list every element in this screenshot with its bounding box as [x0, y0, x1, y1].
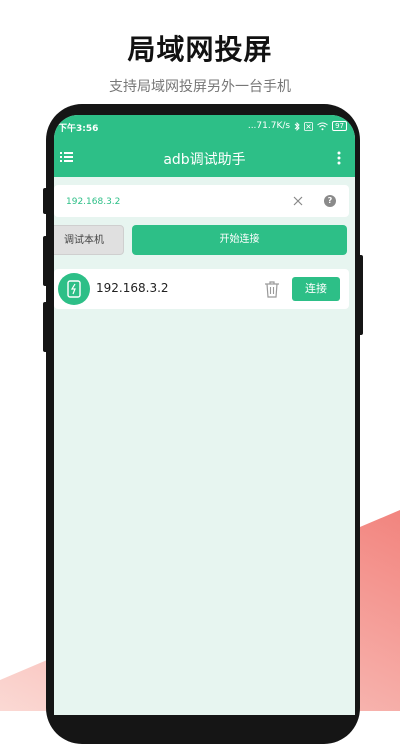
network-speed: ...71.7K/s [247, 121, 291, 131]
promo-headline: 局域网投屏 [127, 33, 273, 66]
connect-button[interactable]: 连接 [292, 277, 340, 301]
bluetooth-icon [294, 121, 300, 131]
debug-local-button[interactable]: 调试本机 [54, 225, 124, 255]
phone-side-button-left-2 [43, 236, 48, 286]
help-icon[interactable]: ? [324, 195, 336, 207]
more-options-icon[interactable] [337, 151, 341, 165]
phone-screen: 下午3:56 ...71.7K/s 97 adb调试助手 192.168.3.2… [54, 115, 355, 715]
app-bar: adb调试助手 [54, 139, 355, 177]
device-avatar [58, 273, 90, 305]
phone-device-icon [67, 280, 81, 298]
wifi-icon [317, 122, 328, 130]
clear-icon[interactable] [292, 195, 304, 207]
app-title: adb调试助手 [163, 152, 246, 168]
status-indicators: ...71.7K/s 97 [248, 121, 347, 131]
phone-side-button-left-1 [43, 188, 48, 214]
status-bar: 下午3:56 ...71.7K/s 97 [54, 115, 355, 139]
trash-icon[interactable] [264, 280, 280, 298]
ip-address-input[interactable] [64, 185, 288, 219]
ip-address-field: ? [54, 185, 349, 219]
phone-side-button-left-3 [43, 302, 48, 352]
status-time: 下午3:56 [58, 124, 99, 134]
battery-icon: 97 [332, 121, 347, 131]
start-connect-button[interactable]: 开始连接 [132, 225, 347, 255]
sim-icon [304, 121, 313, 131]
phone-side-button-right [358, 255, 363, 335]
promo-subline: 支持局域网投屏另外一台手机 [109, 79, 291, 95]
device-ip: 192.168.3.2 [96, 281, 169, 295]
device-list-item: 192.168.3.2 连接 [54, 269, 349, 309]
